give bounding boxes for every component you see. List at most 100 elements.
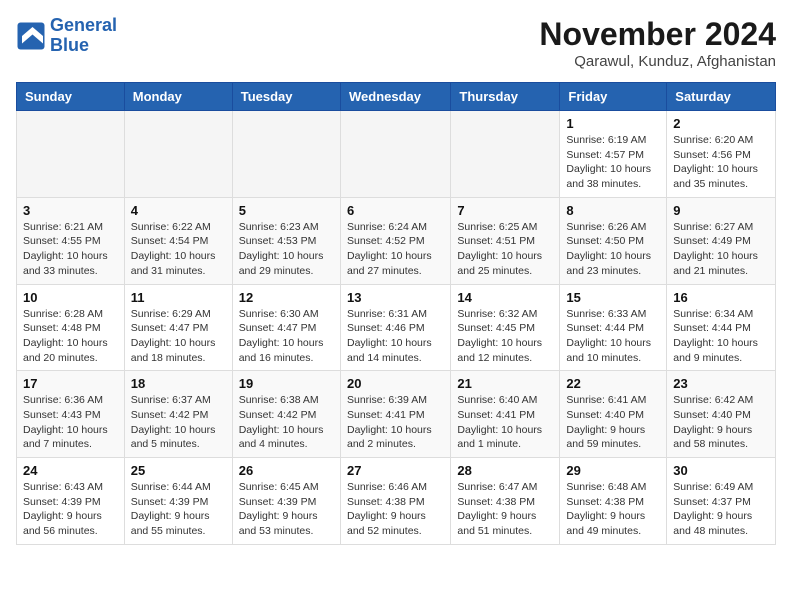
day-info: Sunrise: 6:21 AMSunset: 4:55 PMDaylight:… <box>23 220 118 279</box>
day-number: 9 <box>673 203 769 218</box>
calendar-cell <box>17 111 125 198</box>
calendar-cell: 25 Sunrise: 6:44 AMSunset: 4:39 PMDayligh… <box>124 458 232 545</box>
day-info: Sunrise: 6:42 AMSunset: 4:40 PMDaylight:… <box>673 393 769 452</box>
calendar-cell: 14Sunrise: 6:32 AMSunset: 4:45 PMDayligh… <box>451 284 560 371</box>
calendar-cell: 16 Sunrise: 6:34 AMSunset: 4:44 PMDayligh… <box>667 284 776 371</box>
calendar-cell: 15 Sunrise: 6:33 AMSunset: 4:44 PMDayligh… <box>560 284 667 371</box>
calendar-cell: 1Sunrise: 6:19 AMSunset: 4:57 PMDaylight… <box>560 111 667 198</box>
calendar-week-row: 24 Sunrise: 6:43 AMSunset: 4:39 PMDayligh… <box>17 458 776 545</box>
day-info: Sunrise: 6:33 AMSunset: 4:44 PMDaylight:… <box>566 307 660 366</box>
calendar-cell: 20 Sunrise: 6:39 AMSunset: 4:41 PMDayligh… <box>340 371 450 458</box>
day-info: Sunrise: 6:45 AMSunset: 4:39 PMDaylight:… <box>239 480 334 539</box>
calendar-table: SundayMondayTuesdayWednesdayThursdayFrid… <box>16 82 776 545</box>
day-info: Sunrise: 6:47 AMSunset: 4:38 PMDaylight:… <box>457 480 553 539</box>
day-number: 25 <box>131 463 226 478</box>
day-number: 17 <box>23 376 118 391</box>
calendar-cell: 12 Sunrise: 6:30 AMSunset: 4:47 PMDayligh… <box>232 284 340 371</box>
day-info: Sunrise: 6:41 AMSunset: 4:40 PMDaylight:… <box>566 393 660 452</box>
day-info: Sunrise: 6:32 AMSunset: 4:45 PMDaylight:… <box>457 307 553 366</box>
day-info: Sunrise: 6:28 AMSunset: 4:48 PMDaylight:… <box>23 307 118 366</box>
day-number: 3 <box>23 203 118 218</box>
day-info: Sunrise: 6:19 AMSunset: 4:57 PMDaylight:… <box>566 133 660 192</box>
day-number: 6 <box>347 203 444 218</box>
day-info: Sunrise: 6:25 AMSunset: 4:51 PMDaylight:… <box>457 220 553 279</box>
calendar-cell: 28 Sunrise: 6:47 AMSunset: 4:38 PMDayligh… <box>451 458 560 545</box>
weekday-header-wednesday: Wednesday <box>340 83 450 111</box>
calendar-cell: 23 Sunrise: 6:42 AMSunset: 4:40 PMDayligh… <box>667 371 776 458</box>
calendar-cell: 21 Sunrise: 6:40 AMSunset: 4:41 PMDayligh… <box>451 371 560 458</box>
weekday-header-friday: Friday <box>560 83 667 111</box>
day-info: Sunrise: 6:38 AMSunset: 4:42 PMDaylight:… <box>239 393 334 452</box>
day-number: 26 <box>239 463 334 478</box>
day-number: 16 <box>673 290 769 305</box>
calendar-cell: 17 Sunrise: 6:36 AMSunset: 4:43 PMDayligh… <box>17 371 125 458</box>
calendar-cell: 9Sunrise: 6:27 AMSunset: 4:49 PMDaylight… <box>667 197 776 284</box>
month-title: November 2024 <box>539 16 776 53</box>
calendar-cell: 10Sunrise: 6:28 AMSunset: 4:48 PMDayligh… <box>17 284 125 371</box>
calendar-cell <box>451 111 560 198</box>
weekday-header-thursday: Thursday <box>451 83 560 111</box>
day-number: 27 <box>347 463 444 478</box>
calendar-cell: 13 Sunrise: 6:31 AMSunset: 4:46 PMDayligh… <box>340 284 450 371</box>
logo-text: General Blue <box>50 16 117 56</box>
calendar-cell: 24 Sunrise: 6:43 AMSunset: 4:39 PMDayligh… <box>17 458 125 545</box>
calendar-week-row: 1Sunrise: 6:19 AMSunset: 4:57 PMDaylight… <box>17 111 776 198</box>
calendar-cell: 19 Sunrise: 6:38 AMSunset: 4:42 PMDayligh… <box>232 371 340 458</box>
location-title: Qarawul, Kunduz, Afghanistan <box>539 53 776 70</box>
day-info: Sunrise: 6:39 AMSunset: 4:41 PMDaylight:… <box>347 393 444 452</box>
day-info: Sunrise: 6:37 AMSunset: 4:42 PMDaylight:… <box>131 393 226 452</box>
day-info: Sunrise: 6:20 AMSunset: 4:56 PMDaylight:… <box>673 133 769 192</box>
calendar-cell: 30Sunrise: 6:49 AMSunset: 4:37 PMDayligh… <box>667 458 776 545</box>
day-number: 22 <box>566 376 660 391</box>
day-info: Sunrise: 6:46 AMSunset: 4:38 PMDaylight:… <box>347 480 444 539</box>
day-info: Sunrise: 6:26 AMSunset: 4:50 PMDaylight:… <box>566 220 660 279</box>
day-info: Sunrise: 6:40 AMSunset: 4:41 PMDaylight:… <box>457 393 553 452</box>
day-number: 21 <box>457 376 553 391</box>
calendar-cell: 7 Sunrise: 6:25 AMSunset: 4:51 PMDaylight… <box>451 197 560 284</box>
day-info: Sunrise: 6:43 AMSunset: 4:39 PMDaylight:… <box>23 480 118 539</box>
weekday-header-monday: Monday <box>124 83 232 111</box>
day-info: Sunrise: 6:24 AMSunset: 4:52 PMDaylight:… <box>347 220 444 279</box>
calendar-cell: 27 Sunrise: 6:46 AMSunset: 4:38 PMDayligh… <box>340 458 450 545</box>
calendar-cell: 5Sunrise: 6:23 AMSunset: 4:53 PMDaylight… <box>232 197 340 284</box>
calendar-cell: 22 Sunrise: 6:41 AMSunset: 4:40 PMDayligh… <box>560 371 667 458</box>
day-number: 20 <box>347 376 444 391</box>
day-info: Sunrise: 6:31 AMSunset: 4:46 PMDaylight:… <box>347 307 444 366</box>
calendar-cell <box>124 111 232 198</box>
day-info: Sunrise: 6:29 AMSunset: 4:47 PMDaylight:… <box>131 307 226 366</box>
logo-line2: Blue <box>50 35 89 55</box>
day-number: 5 <box>239 203 334 218</box>
logo-line1: General <box>50 15 117 35</box>
day-number: 12 <box>239 290 334 305</box>
calendar-cell <box>340 111 450 198</box>
calendar-cell: 26 Sunrise: 6:45 AMSunset: 4:39 PMDayligh… <box>232 458 340 545</box>
calendar-cell: 3 Sunrise: 6:21 AMSunset: 4:55 PMDaylight… <box>17 197 125 284</box>
day-number: 4 <box>131 203 226 218</box>
calendar-cell <box>232 111 340 198</box>
day-number: 2 <box>673 116 769 131</box>
day-info: Sunrise: 6:22 AMSunset: 4:54 PMDaylight:… <box>131 220 226 279</box>
day-info: Sunrise: 6:34 AMSunset: 4:44 PMDaylight:… <box>673 307 769 366</box>
day-number: 13 <box>347 290 444 305</box>
day-number: 30 <box>673 463 769 478</box>
calendar-week-row: 10Sunrise: 6:28 AMSunset: 4:48 PMDayligh… <box>17 284 776 371</box>
day-number: 19 <box>239 376 334 391</box>
day-info: Sunrise: 6:44 AMSunset: 4:39 PMDaylight:… <box>131 480 226 539</box>
day-number: 11 <box>131 290 226 305</box>
day-info: Sunrise: 6:30 AMSunset: 4:47 PMDaylight:… <box>239 307 334 366</box>
calendar-header-row: SundayMondayTuesdayWednesdayThursdayFrid… <box>17 83 776 111</box>
calendar-week-row: 3 Sunrise: 6:21 AMSunset: 4:55 PMDaylight… <box>17 197 776 284</box>
day-number: 23 <box>673 376 769 391</box>
calendar-week-row: 17 Sunrise: 6:36 AMSunset: 4:43 PMDayligh… <box>17 371 776 458</box>
calendar-cell: 6 Sunrise: 6:24 AMSunset: 4:52 PMDaylight… <box>340 197 450 284</box>
calendar-cell: 4 Sunrise: 6:22 AMSunset: 4:54 PMDaylight… <box>124 197 232 284</box>
day-number: 15 <box>566 290 660 305</box>
day-number: 18 <box>131 376 226 391</box>
day-number: 28 <box>457 463 553 478</box>
day-number: 7 <box>457 203 553 218</box>
day-number: 24 <box>23 463 118 478</box>
logo-icon <box>16 21 46 51</box>
day-info: Sunrise: 6:36 AMSunset: 4:43 PMDaylight:… <box>23 393 118 452</box>
day-info: Sunrise: 6:48 AMSunset: 4:38 PMDaylight:… <box>566 480 660 539</box>
logo: General Blue <box>16 16 117 56</box>
